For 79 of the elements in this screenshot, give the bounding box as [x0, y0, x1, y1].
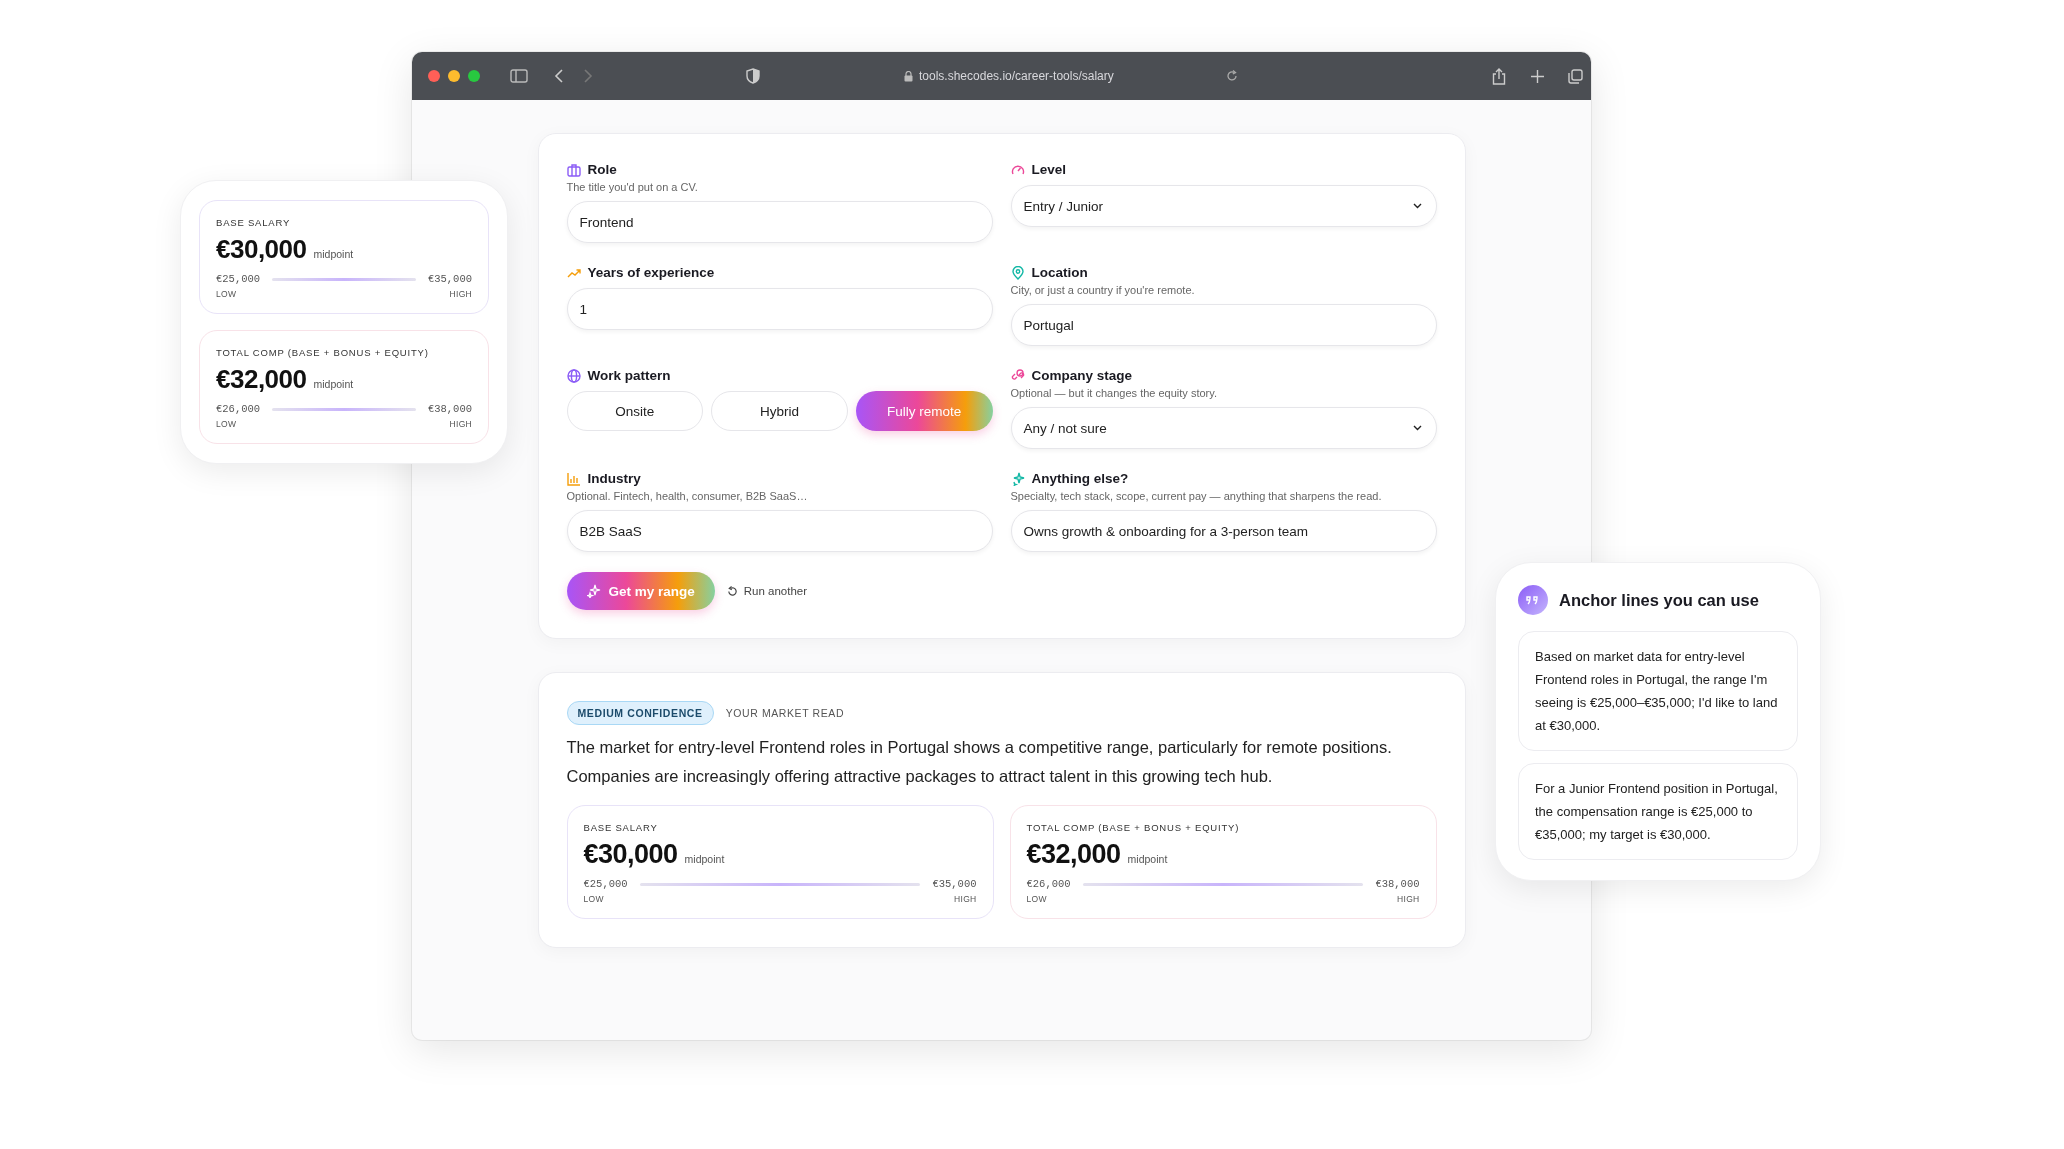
- low-label: LOW: [1026, 894, 1047, 904]
- field-hint: Specialty, tech stack, scope, current pay — anything that sharpens the read.: [1010, 490, 1383, 502]
- lock-icon: [904, 70, 913, 82]
- share-icon[interactable]: [1491, 67, 1506, 85]
- bar-chart-icon: [566, 471, 581, 486]
- link-icon: [1010, 368, 1025, 383]
- amount-note: midpoint: [1127, 853, 1168, 865]
- amount-note: midpoint: [313, 248, 354, 260]
- card-title: Anchor lines you can use: [1559, 590, 1759, 610]
- reload-icon: [726, 585, 738, 597]
- input-field[interactable]: Owns growth & onboarding for a 3-person team: [1010, 510, 1437, 552]
- globe-icon: [566, 368, 581, 383]
- market-summary: The market for entry-level Frontend roles in Portugal shows a competitive range, particularly for remote positions. Companies are increasingly offering attractive packages to attract talent in this growing tech hub.: [566, 737, 1393, 787]
- field-hint: City, or just a country if you're remote.: [1010, 284, 1196, 296]
- high-label: HIGH: [449, 289, 472, 299]
- high-label: HIGH: [954, 894, 977, 904]
- close-dot-icon[interactable]: [428, 70, 440, 82]
- back-icon[interactable]: [554, 69, 564, 83]
- field-hint: Optional — but it changes the equity story.: [1010, 387, 1218, 399]
- high-value: €35,000: [932, 878, 977, 890]
- field-hint: The title you'd put on a CV.: [566, 181, 699, 193]
- amount: €32,000: [216, 364, 307, 395]
- input-field[interactable]: 1: [566, 288, 993, 330]
- maximize-dot-icon[interactable]: [468, 70, 480, 82]
- option-button[interactable]: Hybrid: [711, 391, 848, 431]
- input-field[interactable]: Portugal: [1010, 304, 1437, 346]
- option-button[interactable]: Onsite: [566, 391, 704, 431]
- confidence-badge: MEDIUM CONFIDENCE: [566, 701, 714, 725]
- new-tab-icon[interactable]: [1530, 69, 1544, 83]
- low-value: €25,000: [216, 273, 261, 285]
- amount: €30,000: [583, 839, 678, 870]
- option-button[interactable]: Fully remote: [855, 391, 993, 431]
- field-label: Anything else?: [1031, 471, 1129, 486]
- range-label: TOTAL COMP (BASE + BONUS + EQUITY): [1026, 822, 1241, 833]
- sparkle-icon: [586, 584, 601, 598]
- range-label: BASE SALARY: [216, 217, 292, 228]
- low-label: LOW: [216, 289, 237, 299]
- high-label: HIGH: [449, 419, 472, 429]
- quote-icon: [1518, 585, 1548, 615]
- sidebar-icon[interactable]: [510, 69, 528, 83]
- input-field[interactable]: Frontend: [566, 201, 993, 243]
- chevron-icon: [1412, 203, 1422, 209]
- low-value: €26,000: [1026, 878, 1071, 890]
- amount-note: midpoint: [313, 378, 354, 390]
- briefcase-icon: [566, 162, 581, 177]
- shield-icon[interactable]: [746, 68, 760, 84]
- reload-icon[interactable]: [1225, 70, 1238, 82]
- low-value: €25,000: [583, 878, 628, 890]
- minimize-dot-icon[interactable]: [448, 70, 460, 82]
- amount: €32,000: [1026, 839, 1121, 870]
- low-label: LOW: [583, 894, 604, 904]
- select-field[interactable]: Any / not sure: [1010, 407, 1437, 449]
- field-label: Company stage: [1031, 368, 1133, 383]
- field-label: Role: [587, 162, 617, 177]
- run-another-button[interactable]: Run another: [726, 585, 808, 597]
- low-label: LOW: [216, 419, 237, 429]
- sparkle-icon: [1010, 471, 1025, 486]
- field-label: Level: [1031, 162, 1067, 177]
- amount: €30,000: [216, 234, 307, 265]
- address-bar[interactable]: tools.shecodes.io/career-tools/salary: [919, 69, 1114, 83]
- low-value: €26,000: [216, 403, 261, 415]
- field-hint: Optional. Fintech, health, consumer, B2B SaaS…: [566, 490, 809, 502]
- field-label: Years of experience: [587, 265, 715, 280]
- high-value: €38,000: [1375, 878, 1420, 890]
- section-heading: YOUR MARKET READ: [725, 707, 845, 719]
- map-pin-icon: [1010, 265, 1025, 280]
- select-field[interactable]: Entry / Junior: [1010, 185, 1437, 227]
- range-label: TOTAL COMP (BASE + BONUS + EQUITY): [216, 347, 430, 358]
- field-label: Work pattern: [587, 368, 671, 383]
- chevron-icon: [1412, 425, 1422, 431]
- amount-note: midpoint: [684, 853, 725, 865]
- field-label: Location: [1031, 265, 1088, 280]
- tabs-overview-icon[interactable]: [1567, 68, 1583, 84]
- high-label: HIGH: [1397, 894, 1420, 904]
- range-label: BASE SALARY: [583, 822, 659, 833]
- high-value: €38,000: [427, 403, 472, 415]
- high-value: €35,000: [427, 273, 472, 285]
- field-label: Industry: [587, 471, 641, 486]
- input-field[interactable]: B2B SaaS: [566, 510, 993, 552]
